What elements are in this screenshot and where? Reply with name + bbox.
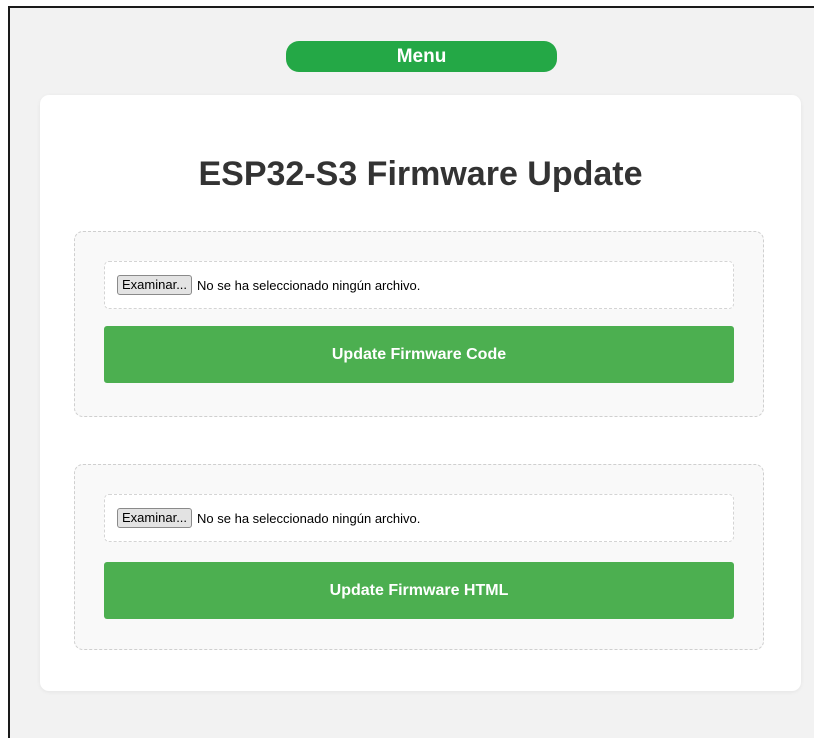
firmware-html-file-input[interactable]: Examinar... No se ha seleccionado ningún… — [104, 494, 734, 542]
update-firmware-code-button[interactable]: Update Firmware Code — [104, 326, 734, 383]
firmware-code-file-input[interactable]: Examinar... No se ha seleccionado ningún… — [104, 261, 734, 309]
firmware-html-file-status: No se ha seleccionado ningún archivo. — [197, 510, 421, 526]
browser-viewport: Menu ESP32-S3 Firmware Update Examinar..… — [8, 6, 814, 738]
firmware-html-browse-button[interactable]: Examinar... — [117, 508, 193, 528]
firmware-code-browse-button[interactable]: Examinar... — [117, 275, 193, 295]
update-firmware-html-button[interactable]: Update Firmware HTML — [104, 562, 734, 619]
firmware-code-section: Examinar... No se ha seleccionado ningún… — [74, 231, 764, 417]
menu-button[interactable]: Menu — [286, 41, 557, 72]
page-title: ESP32-S3 Firmware Update — [198, 155, 643, 193]
firmware-code-file-status: No se ha seleccionado ningún archivo. — [197, 277, 421, 293]
firmware-update-card: ESP32-S3 Firmware Update Examinar... No … — [40, 95, 801, 691]
firmware-html-section: Examinar... No se ha seleccionado ningún… — [74, 464, 764, 650]
